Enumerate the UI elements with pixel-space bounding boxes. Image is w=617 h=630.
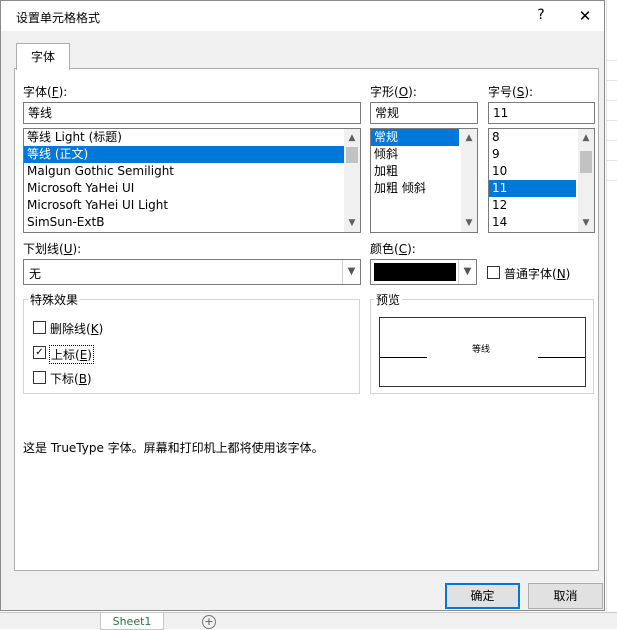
format-cells-dialog: 设置单元格格式 ? ✕ 字体 字体(F): 等线 等线 Light (标题) 等… [0,0,605,611]
font-list-item[interactable]: Microsoft YaHei UI [24,180,360,197]
style-list[interactable]: 常规 倾斜 加粗 加粗 倾斜 ▲ ▼ [370,128,478,233]
preview-title: 预览 [374,291,403,308]
preview-baseline [538,357,585,358]
style-input[interactable]: 常规 [370,102,478,124]
help-button[interactable]: ? [531,5,551,25]
preview-sample: 等线 [472,345,491,355]
grid-line [606,0,607,628]
size-input[interactable]: 11 [488,102,595,124]
underline-value: 无 [29,267,42,281]
superscript-checkbox[interactable]: ✓ [33,346,46,359]
preview-baseline [380,357,427,358]
color-swatch [374,263,456,281]
scroll-up-icon[interactable]: ▲ [461,131,477,145]
chevron-down-icon[interactable]: ▼ [342,260,360,284]
font-list-item[interactable]: Malgun Gothic Semilight [24,163,360,180]
font-list-item[interactable]: Microsoft YaHei UI Light [24,197,360,214]
color-select[interactable]: ▼ [370,259,477,285]
grid-line [606,60,617,61]
underline-select[interactable]: 无 ▼ [23,259,361,285]
info-text: 这是 TrueType 字体。屏幕和打印机上都将使用该字体。 [23,441,324,455]
size-list-scrollbar[interactable]: ▲ ▼ [578,129,594,232]
sheet-tab[interactable]: Sheet1 [100,613,164,630]
grid-line [606,140,617,141]
cancel-button[interactable]: 取消 [528,583,603,609]
superscript-label: 上标(E) [49,345,94,364]
effects-title: 特殊效果 [28,291,81,308]
grid-line [606,180,617,181]
close-icon[interactable]: ✕ [574,5,596,27]
normal-font-label: 普通字体(N) [504,267,571,281]
size-label: 字号(S): [488,85,534,99]
subscript-checkbox[interactable] [33,371,46,384]
grid-line [606,120,617,121]
size-list-item-selected[interactable]: 11 [489,180,576,197]
dialog-title: 设置单元格格式 [16,11,101,25]
underline-label: 下划线(U): [23,242,82,256]
style-list-item-selected[interactable]: 常规 [371,129,459,146]
chevron-down-icon[interactable]: ▼ [458,260,476,284]
normal-font-checkbox[interactable] [487,266,500,279]
font-list-scrollbar[interactable]: ▲ ▼ [344,129,360,232]
color-label: 颜色(C): [370,242,416,256]
style-list-scrollbar[interactable]: ▲ ▼ [461,129,477,232]
font-list-item-selected[interactable]: 等线 (正文) [24,146,360,163]
add-sheet-icon[interactable]: + [202,615,216,629]
scroll-up-icon[interactable]: ▲ [344,131,360,145]
font-list-item[interactable]: 等线 Light (标题) [24,129,360,146]
grid-line [606,80,617,81]
ok-button[interactable]: 确定 [445,583,520,609]
scroll-down-icon[interactable]: ▼ [461,216,477,230]
strikethrough-label: 删除线(K) [50,322,104,336]
font-list[interactable]: 等线 Light (标题) 等线 (正文) Malgun Gothic Semi… [23,128,361,233]
font-input[interactable]: 等线 [23,102,361,124]
font-label: 字体(F): [23,85,68,99]
scroll-thumb[interactable] [346,147,358,163]
scroll-up-icon[interactable]: ▲ [578,131,594,145]
tab-font[interactable]: 字体 [16,43,70,70]
scroll-thumb[interactable] [580,151,592,173]
title-bar: 设置单元格格式 ? ✕ [1,1,604,31]
sheet-tab-bar: Sheet1 + [0,612,617,630]
font-list-item[interactable]: SimSun-ExtB [24,214,360,231]
preview-box: 等线 [379,317,586,387]
grid-line [606,160,617,161]
style-label: 字形(O): [370,85,417,99]
grid-line [606,100,617,101]
size-list[interactable]: 8 9 10 11 12 14 ▲ ▼ [488,128,595,233]
subscript-label: 下标(B) [50,372,92,386]
strikethrough-checkbox[interactable] [33,321,46,334]
scroll-down-icon[interactable]: ▼ [578,216,594,230]
scroll-down-icon[interactable]: ▼ [344,216,360,230]
